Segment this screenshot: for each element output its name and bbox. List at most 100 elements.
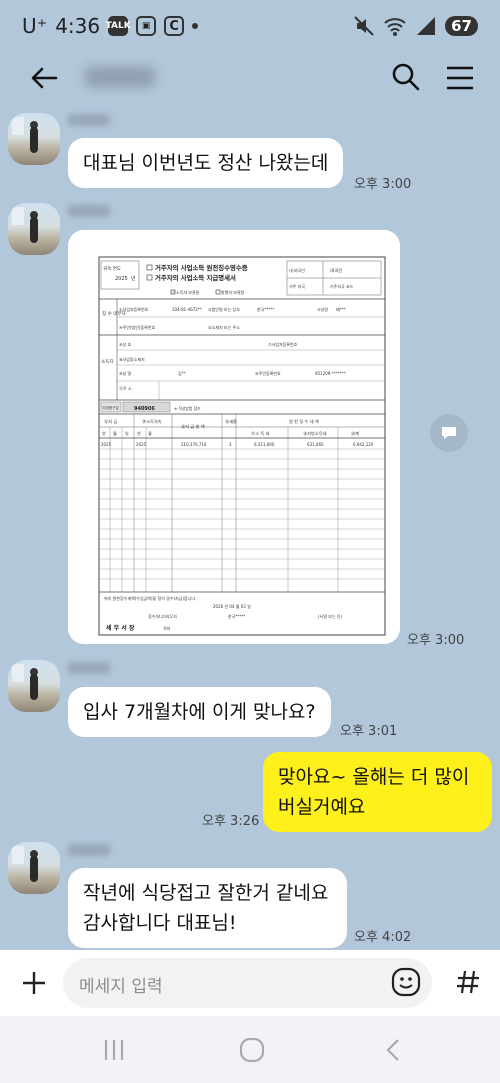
doc-row-income-year: 2025	[136, 442, 147, 447]
my-message-bubble[interactable]: 맞아요~ 올해는 더 많이 버실거예요	[263, 752, 492, 832]
doc-earner-label: 소득자	[101, 358, 114, 365]
tax-document-image: 귀속 연도 2025 년 거주자의 사업소득 원천징수영수증 거주자의 사업소득…	[68, 230, 400, 644]
doc-biz-place-label: ⑧사업장소재지	[119, 356, 145, 362]
message-time: 오후 3:00	[407, 633, 465, 648]
doc-resident-label: 내·외국인	[289, 267, 305, 273]
doc-earner-id-value: 951209-*******	[315, 371, 346, 376]
message-time: 오후 3:01	[340, 724, 398, 739]
doc-earner-name-value: 김**	[178, 370, 186, 376]
doc-col-total: ⑲계	[351, 430, 359, 437]
avatar[interactable]	[8, 660, 60, 712]
message-line: 버실거예요	[278, 796, 366, 818]
avatar[interactable]	[8, 842, 60, 894]
message-time: 오후 4:02	[354, 930, 412, 945]
arrow-left-icon	[31, 67, 58, 89]
doc-residence-code-label: 거주지국 코드	[330, 283, 354, 289]
back-nav-button[interactable]	[380, 1038, 408, 1062]
doc-earner-name-label: ⑨성 명	[119, 370, 132, 376]
doc-earner-addr-label: ⑪주 소	[119, 385, 132, 391]
doc-col-pay-year: ⑬지 급	[104, 418, 117, 425]
doc-sub-year-2: 연	[137, 430, 141, 436]
search-icon	[392, 63, 420, 91]
mute-icon	[354, 16, 374, 36]
sender-name-redacted	[68, 844, 110, 856]
doc-col-income-year: ⑭소득귀속	[142, 418, 162, 425]
doc-year-label: 귀속 연도	[103, 265, 121, 272]
chat-header	[0, 52, 500, 104]
doc-year-unit: 년	[131, 275, 136, 282]
wifi-icon	[384, 18, 406, 36]
doc-row-amount: 210,370,710	[181, 442, 207, 447]
share-button[interactable]	[430, 414, 468, 452]
doc-sub-year: 연	[102, 430, 106, 436]
doc-title-2: 거주자의 사업소득 지급명세서	[155, 273, 236, 282]
doc-col-local-tax: ⑱지방소득세	[303, 430, 327, 437]
doc-footer-text: 위의 원천징수세액(수입금액)을 정히 영수(지급)합니다.	[104, 595, 196, 601]
more-notifications-icon	[192, 23, 199, 29]
avatar[interactable]	[8, 113, 60, 165]
signal-icon	[417, 17, 436, 35]
message-input[interactable]: 메세지 입력	[63, 958, 432, 1008]
message-bubble[interactable]: 입사 7개월차에 이게 맞나요?	[68, 687, 331, 737]
doc-sub-month-2: 월	[148, 430, 152, 436]
doc-biz-reg-value: 104-81-4672**	[172, 307, 202, 312]
sender-name-redacted	[68, 662, 110, 674]
doc-name-value: 배***	[336, 306, 346, 312]
back-button[interactable]	[26, 60, 62, 96]
doc-resident-value: 내국인	[330, 267, 342, 274]
message-line: 작년에 식당접고 잘한거 같네요	[83, 882, 329, 904]
clock: 4:36	[55, 14, 101, 38]
doc-type-value: 940906	[134, 406, 155, 412]
smiley-icon	[391, 967, 421, 997]
doc-footer-date: 2026 년 04 월 03 일	[213, 603, 251, 609]
doc-footer-payer-label: 징수(보고)의무자	[148, 613, 177, 619]
chevron-left-icon	[386, 1039, 399, 1061]
message-time: 오후 3:26	[202, 814, 260, 829]
carrier-label: U⁺	[22, 14, 48, 38]
attach-button[interactable]	[18, 967, 50, 999]
doc-payer-copy: 발행자 보관용	[221, 289, 245, 295]
doc-footer-sign: (서명 또는 인)	[318, 613, 343, 619]
doc-residence-label: 거주 지국	[289, 283, 305, 289]
search-button[interactable]	[390, 61, 422, 93]
doc-footer-payer-value: 한국*****	[228, 613, 245, 619]
home-button[interactable]	[238, 1037, 266, 1063]
talk-icon: TALK	[106, 16, 131, 36]
doc-col-income-tax: ⑰소 득 세	[251, 430, 270, 437]
system-nav-bar	[0, 1016, 500, 1083]
svg-text:✓: ✓	[172, 290, 175, 295]
sender-name-redacted	[68, 205, 110, 217]
hashtag-button[interactable]	[453, 967, 483, 997]
message-time: 오후 3:00	[354, 177, 412, 192]
doc-address-label: ⑤소재지 또는 주소	[208, 324, 240, 330]
hamburger-icon	[447, 66, 473, 90]
emoticon-button[interactable]	[391, 967, 421, 997]
message-bubble[interactable]: 대표님 이번년도 정산 나왔는데	[68, 138, 344, 188]
doc-col-withholding: 원 천 징 수 세 액	[289, 418, 319, 425]
doc-row-total: 6,942,120	[353, 442, 374, 447]
doc-col-pay-amount: ⑮지 급 총 액	[181, 423, 205, 430]
doc-corp-name-value: 한국*****	[257, 306, 274, 312]
recents-icon	[104, 1040, 124, 1060]
menu-button[interactable]	[444, 62, 476, 94]
doc-biz-no-label: ⑦사업자등록번호	[268, 341, 298, 347]
recents-button[interactable]	[100, 1038, 128, 1062]
doc-title-1: 거주자의 사업소득 원천징수영수증	[155, 263, 248, 272]
message-line: 감사합니다 대표님!	[83, 912, 237, 934]
screenshot-icon: ▣	[136, 16, 157, 36]
doc-row-local-tax: 631,060	[307, 442, 324, 447]
message-input-bar: 메세지 입력	[0, 950, 500, 1016]
sender-name-redacted	[68, 114, 110, 126]
image-message[interactable]: 귀속 연도 2025 년 거주자의 사업소득 원천징수영수증 거주자의 사업소득…	[68, 230, 400, 644]
avatar[interactable]	[8, 203, 60, 255]
doc-footer-honorific: 귀하	[163, 625, 171, 631]
hash-icon	[457, 970, 479, 994]
doc-type-note: ※ 작성방법 참조	[174, 406, 201, 411]
doc-year: 2025	[115, 276, 128, 282]
doc-footer-office: 세 무 서 장	[106, 624, 135, 632]
doc-trade-name-label: ⑥상 호	[119, 341, 132, 347]
doc-earner-id-label: ⑩주민등록번호	[255, 370, 281, 376]
message-input-placeholder: 메세지 입력	[79, 977, 163, 997]
message-bubble[interactable]: 작년에 식당접고 잘한거 같네요 감사합니다 대표님!	[68, 868, 347, 948]
status-bar: U⁺ 4:36 TALK ▣ C 67	[0, 0, 500, 52]
